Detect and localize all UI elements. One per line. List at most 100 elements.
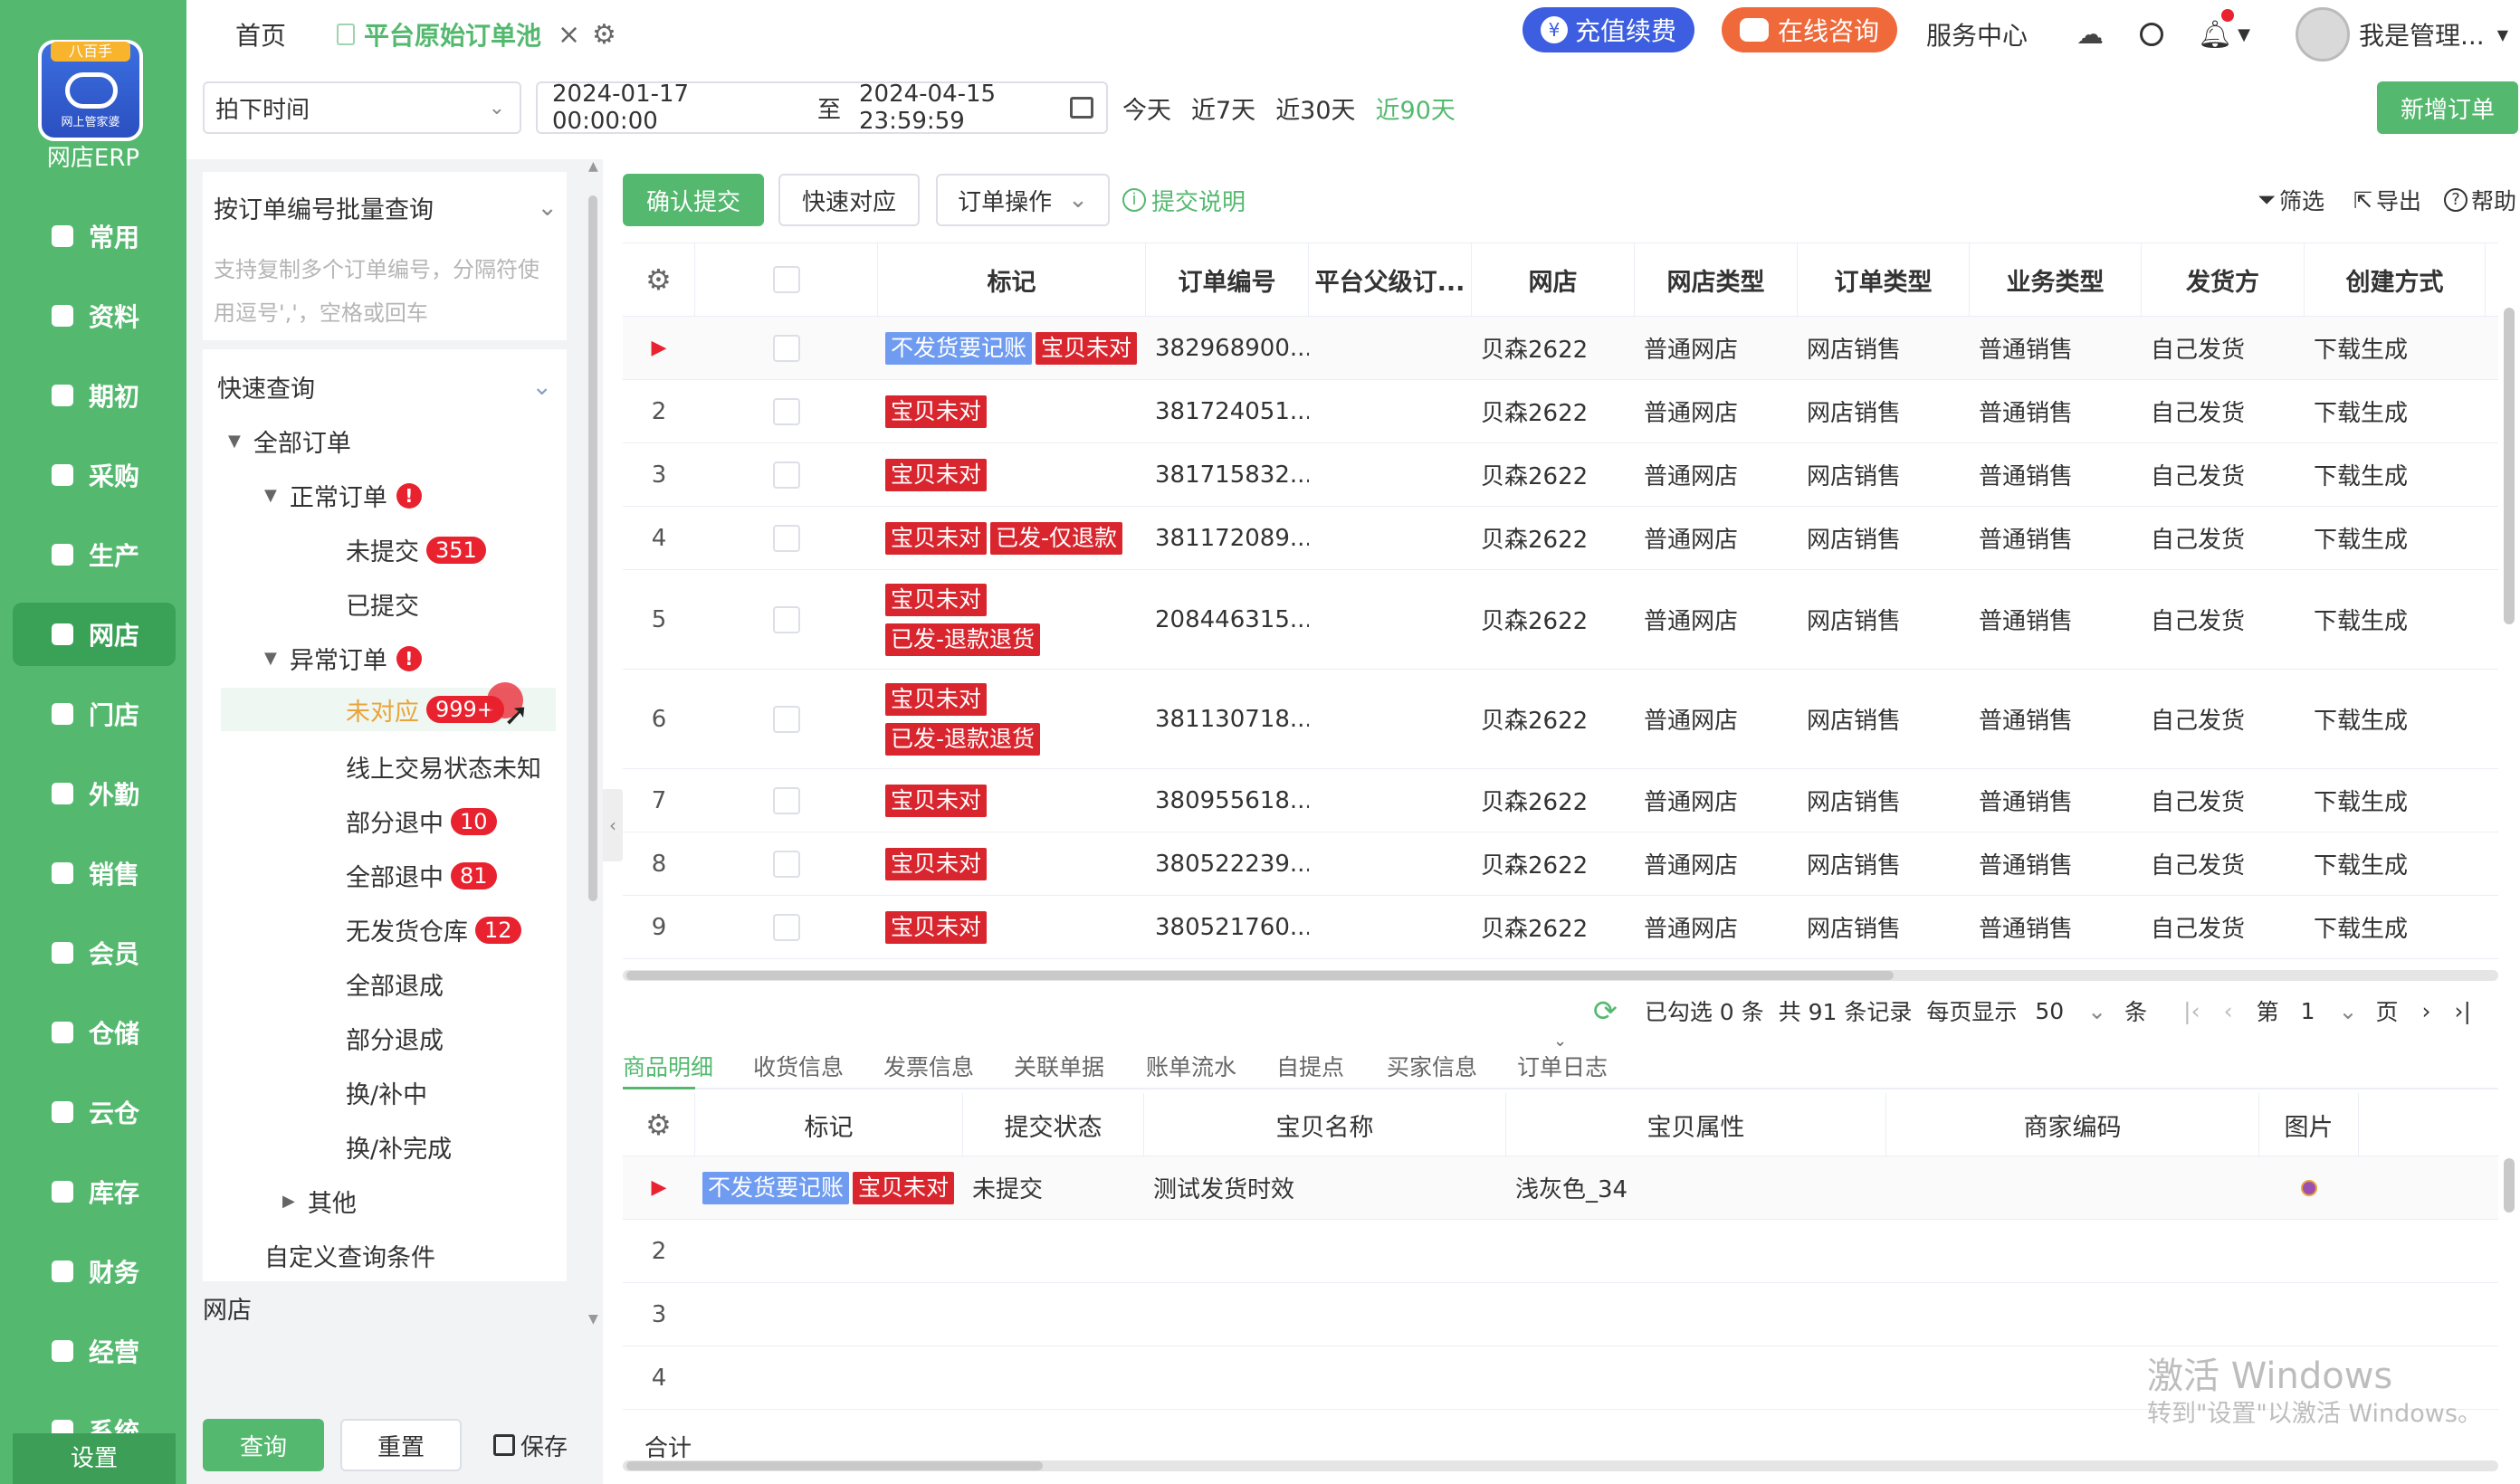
- tree-abnormal-item[interactable]: 换/补完成: [221, 1129, 452, 1165]
- detail-column-header[interactable]: 提交状态: [963, 1093, 1144, 1156]
- quick-7days[interactable]: 近7天: [1191, 90, 1255, 126]
- search-icon[interactable]: [2140, 0, 2163, 69]
- row-checkbox[interactable]: [773, 397, 800, 425]
- quick-today[interactable]: 今天: [1122, 90, 1171, 126]
- nav-item-4[interactable]: 生产: [13, 523, 176, 586]
- table-row[interactable]: 4 宝贝未对 已发-仅退款 381172089... 贝森2622 普通网店 网店销售 普通销…: [623, 507, 2498, 570]
- table-row[interactable]: 6 宝贝未对 已发-退款退货 381130718... 贝森2622 普通网店 网店销售 普通…: [623, 670, 2498, 769]
- nav-item-5[interactable]: 网店: [13, 603, 176, 666]
- service-center-link[interactable]: 服务中心: [1926, 0, 2028, 69]
- nav-item-10[interactable]: 仓储: [13, 1001, 176, 1064]
- recharge-button[interactable]: ¥ 充值续费: [1522, 7, 1695, 52]
- column-header[interactable]: 创建方式: [2305, 243, 2486, 317]
- last-page-icon[interactable]: ›|: [2454, 998, 2470, 1024]
- first-page-icon[interactable]: |‹: [2183, 998, 2200, 1024]
- row-checkbox[interactable]: [773, 913, 800, 941]
- column-header[interactable]: 网店: [1472, 243, 1635, 317]
- column-header[interactable]: 平台父级订...: [1309, 243, 1472, 317]
- tree-other[interactable]: ▶ 其他: [282, 1184, 357, 1219]
- row-checkbox[interactable]: [773, 786, 800, 814]
- detail-column-header[interactable]: 标记: [695, 1093, 963, 1156]
- quick-90days[interactable]: 近90天: [1376, 90, 1456, 126]
- nav-item-3[interactable]: 采购: [13, 443, 176, 507]
- column-header[interactable]: 网店类型: [1635, 243, 1798, 317]
- column-header[interactable]: 标记: [878, 243, 1146, 317]
- detail-h-scrollbar[interactable]: [623, 1460, 2498, 1471]
- grid-settings-icon[interactable]: ⚙: [623, 243, 695, 317]
- table-row[interactable]: 2 宝贝未对 381724051... 贝森2622 普通网店 网店销售 普通销售 自己发货 下…: [623, 380, 2498, 443]
- table-row[interactable]: 3 宝贝未对 381715832... 贝森2622 普通网店 网店销售 普通销售 自己发货 下…: [623, 443, 2498, 507]
- date-range-picker[interactable]: 2024-01-17 00:00:00 至 2024-04-15 23:59:5…: [536, 81, 1108, 135]
- prev-page-icon[interactable]: ‹: [2224, 998, 2233, 1024]
- detail-tab[interactable]: 自提点: [1276, 1050, 1344, 1082]
- tree-unsubmitted[interactable]: 未提交 351: [346, 532, 486, 567]
- start-date[interactable]: 2024-01-17 00:00:00: [552, 81, 799, 135]
- cloud-download-icon[interactable]: ☁: [2076, 0, 2104, 69]
- batch-order-input[interactable]: 支持复制多个订单编号，分隔符使用逗号','，空格或回车: [214, 248, 558, 335]
- nav-item-9[interactable]: 会员: [13, 921, 176, 985]
- select-all-checkbox[interactable]: [772, 266, 800, 293]
- gear-icon[interactable]: ⚙: [592, 0, 616, 69]
- detail-column-header[interactable]: 图片: [2259, 1093, 2359, 1156]
- row-checkbox[interactable]: [773, 605, 800, 633]
- reset-button[interactable]: 重置: [340, 1419, 462, 1471]
- detail-column-header[interactable]: 宝贝属性: [1506, 1093, 1886, 1156]
- detail-tab[interactable]: 发票信息: [883, 1050, 974, 1082]
- tree-abnormal-orders[interactable]: ▼ 异常订单!: [264, 641, 422, 676]
- order-operation-dropdown[interactable]: 订单操作 ⌄: [936, 174, 1110, 226]
- calendar-icon[interactable]: [1070, 97, 1093, 119]
- nav-item-1[interactable]: 资料: [13, 284, 176, 347]
- help-button[interactable]: ? 帮助: [2444, 174, 2516, 226]
- item-thumbnail[interactable]: [2259, 1156, 2359, 1219]
- quick-30days[interactable]: 近30天: [1275, 90, 1355, 126]
- row-checkbox[interactable]: [773, 461, 800, 489]
- tree-all-orders[interactable]: ▼ 全部订单: [228, 423, 351, 459]
- new-order-button[interactable]: 新增订单: [2377, 81, 2518, 134]
- tree-custom-query[interactable]: 自定义查询条件: [264, 1238, 435, 1273]
- grid-select-all[interactable]: [695, 243, 878, 317]
- refresh-icon[interactable]: ⟳: [1593, 994, 1618, 1028]
- table-row[interactable]: ▶ 不发货要记账 宝贝未对 382968900... 贝森2622 普通网店 网店销售 普通销…: [623, 317, 2498, 380]
- nav-item-2[interactable]: 期初: [13, 364, 176, 427]
- page-select[interactable]: 1 ⌄: [2301, 998, 2358, 1024]
- query-button[interactable]: 查询: [203, 1419, 324, 1471]
- nav-item-14[interactable]: 经营: [13, 1319, 176, 1383]
- detail-tab[interactable]: 订单日志: [1517, 1050, 1608, 1082]
- app-logo[interactable]: 八百手 网上管家婆: [38, 40, 143, 141]
- grid-v-scrollbar[interactable]: [2500, 308, 2518, 959]
- confirm-submit-button[interactable]: 确认提交: [623, 174, 764, 226]
- tree-abnormal-item[interactable]: 换/补中: [221, 1075, 427, 1110]
- column-header[interactable]: 订单编号: [1146, 243, 1309, 317]
- grid-h-scrollbar[interactable]: [623, 970, 2498, 981]
- chevron-down-icon[interactable]: ⌄: [1553, 1032, 1567, 1051]
- nav-settings-button[interactable]: 设置: [13, 1433, 176, 1484]
- filter-button[interactable]: ⏷ 筛选: [2258, 174, 2324, 226]
- table-row[interactable]: 5 宝贝未对 已发-退款退货 208446315... 贝森2622 普通网店 网店销售 普通…: [623, 570, 2498, 670]
- detail-tab[interactable]: 关联单据: [1014, 1050, 1104, 1082]
- consult-button[interactable]: 在线咨询: [1722, 7, 1898, 52]
- tab-home[interactable]: 首页: [235, 0, 286, 69]
- submit-help-link[interactable]: i 提交说明: [1122, 174, 1246, 226]
- row-checkbox[interactable]: [773, 705, 800, 733]
- tree-abnormal-item[interactable]: 全部退中 81: [221, 858, 497, 893]
- save-button[interactable]: 保存: [476, 1419, 585, 1471]
- nav-item-8[interactable]: 销售: [13, 842, 176, 905]
- row-checkbox[interactable]: [773, 524, 800, 552]
- detail-row[interactable]: ▶ 不发货要记账 宝贝未对 未提交 测试发货时效 浅灰色_34: [623, 1156, 2498, 1220]
- tree-normal-orders[interactable]: ▼ 正常订单!: [264, 478, 422, 513]
- detail-tab[interactable]: 账单流水: [1146, 1050, 1236, 1082]
- export-button[interactable]: ⇱ 导出: [2353, 174, 2421, 226]
- bell-icon[interactable]: 🔔︎ ▼: [2198, 0, 2250, 69]
- tree-abnormal-item[interactable]: 部分退成: [221, 1021, 444, 1056]
- nav-item-0[interactable]: 常用: [13, 205, 176, 268]
- detail-tab[interactable]: 收货信息: [753, 1050, 844, 1082]
- column-header[interactable]: 发货方: [2142, 243, 2305, 317]
- close-icon[interactable]: ×: [558, 19, 580, 51]
- table-row[interactable]: 8 宝贝未对 380522239... 贝森2622 普通网店 网店销售 普通销售 自己发货 下…: [623, 832, 2498, 896]
- row-checkbox[interactable]: [773, 334, 800, 362]
- time-type-select[interactable]: 拍下时间 ⌄: [203, 81, 521, 134]
- detail-v-scrollbar[interactable]: [2500, 1158, 2518, 1421]
- tree-abnormal-item[interactable]: 线上交易状态未知: [221, 749, 541, 785]
- table-row[interactable]: 7 宝贝未对 380955618... 贝森2622 普通网店 网店销售 普通销售 自己发货 下…: [623, 769, 2498, 832]
- tab-order-pool[interactable]: 平台原始订单池 ×: [337, 0, 580, 69]
